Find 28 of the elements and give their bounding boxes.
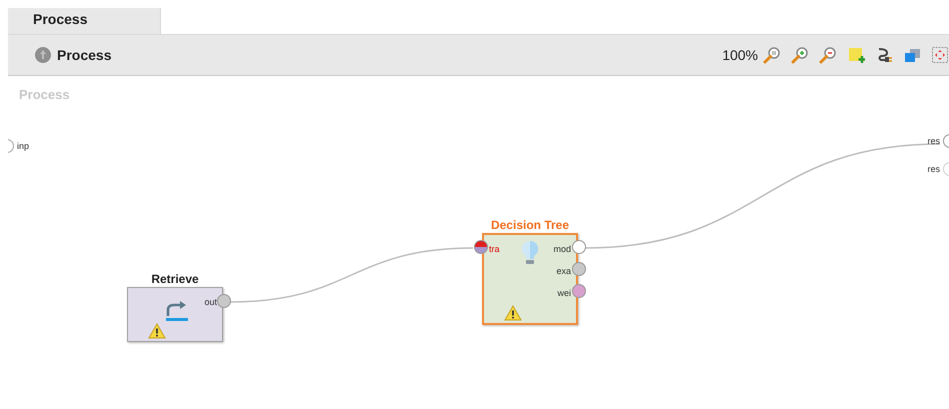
port-label: out bbox=[204, 296, 217, 308]
zoom-out-icon[interactable] bbox=[819, 46, 837, 64]
port-label: tra bbox=[489, 243, 500, 255]
port-label: inp bbox=[17, 141, 30, 151]
port[interactable] bbox=[217, 294, 231, 308]
port-label: exa bbox=[556, 265, 571, 277]
operator-node[interactable]: tra mod exa wei bbox=[482, 233, 578, 325]
zoom-reset-icon[interactable] bbox=[763, 46, 781, 64]
operator-node[interactable]: out bbox=[127, 287, 223, 342]
port[interactable] bbox=[572, 284, 586, 298]
operator-title: Retrieve bbox=[151, 272, 199, 287]
port[interactable] bbox=[572, 240, 586, 254]
process-title: Process bbox=[57, 47, 112, 63]
port-label: wei bbox=[557, 287, 571, 299]
zoom-level: 100% bbox=[722, 47, 758, 63]
curved-arrow-icon bbox=[164, 300, 190, 322]
port[interactable] bbox=[572, 262, 586, 276]
port-label: res bbox=[927, 164, 940, 174]
zoom-in-icon[interactable] bbox=[791, 46, 809, 64]
port-label: mod bbox=[553, 243, 571, 255]
operator-title: Decision Tree bbox=[490, 218, 570, 233]
lightbulb-icon bbox=[521, 240, 539, 266]
add-note-icon[interactable] bbox=[847, 46, 865, 64]
auto-arrange-icon[interactable] bbox=[931, 46, 949, 64]
port-label: res bbox=[927, 136, 940, 146]
process-tab[interactable]: Process bbox=[8, 8, 161, 34]
port[interactable] bbox=[474, 240, 488, 254]
layers-icon[interactable] bbox=[903, 46, 921, 64]
